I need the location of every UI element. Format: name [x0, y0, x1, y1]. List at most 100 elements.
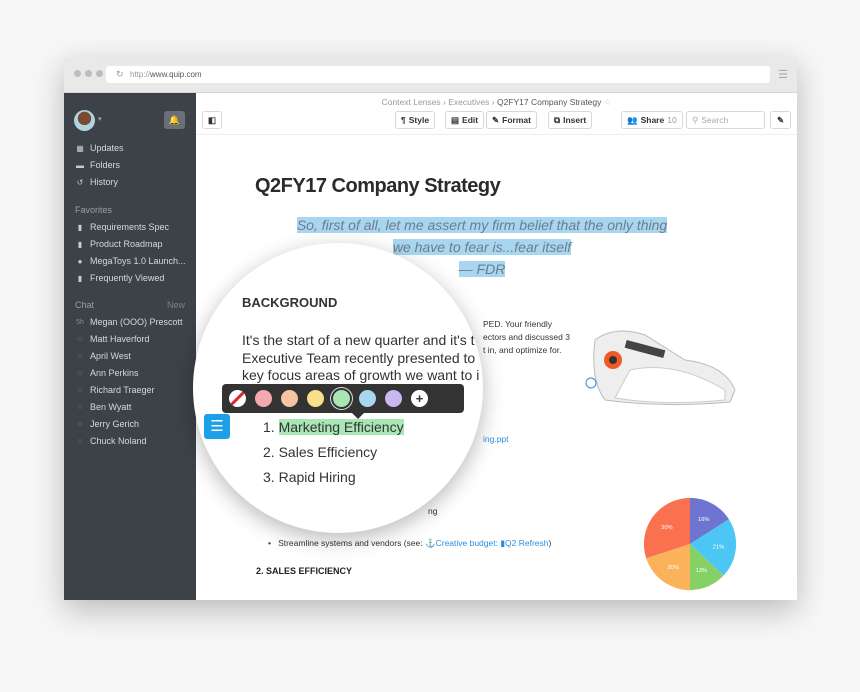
document-icon: ▮	[77, 222, 83, 232]
numbered-list-icon[interactable]: ☰	[204, 414, 230, 439]
q2-refresh-link[interactable]: ▮Q2 Refresh	[500, 538, 548, 548]
window-controls[interactable]	[74, 70, 103, 77]
style-button[interactable]: ¶ Style	[395, 111, 436, 129]
section-heading: 2. SALES EFFICIENCY	[256, 566, 353, 576]
chat-bubbles-icon: ●	[77, 256, 83, 266]
pie-chart: 16% 21% 13% 20% 30%	[643, 497, 737, 591]
chat-item[interactable]: ○ Matt Haverford	[75, 334, 150, 344]
breadcrumb-current: Q2FY17 Company Strategy	[496, 97, 602, 107]
color-swatch[interactable]	[333, 390, 350, 407]
color-swatch[interactable]	[359, 390, 376, 407]
toggle-sidebar-button[interactable]: ◧	[202, 111, 222, 129]
favorite-item[interactable]: ▮ Frequently Viewed	[75, 273, 165, 283]
insert-button[interactable]: ⧉ Insert	[548, 111, 593, 129]
status-indicator: ○	[77, 335, 83, 343]
paint-icon: ✎	[492, 114, 500, 125]
chat-item[interactable]: ○ April West	[75, 351, 131, 361]
chat-item[interactable]: ○ Jerry Gerich	[75, 419, 139, 429]
search-input[interactable]: ⚲ Search	[686, 111, 765, 129]
color-swatch[interactable]	[255, 390, 272, 407]
clipboard-icon: ▤	[451, 114, 460, 125]
document-area: Context Lenses › Executives › Q2FY17 Com…	[193, 93, 797, 600]
pilcrow-icon: ¶	[401, 115, 406, 125]
pie-label: 16%	[698, 517, 710, 523]
chat-item[interactable]: ○ Ann Perkins	[75, 368, 139, 378]
chat-heading: Chat	[75, 300, 95, 310]
no-color-swatch[interactable]	[229, 390, 246, 407]
status-indicator: ○	[77, 437, 83, 445]
compose-icon: ✎	[776, 114, 785, 125]
breadcrumb-executives[interactable]: Executives	[448, 97, 489, 107]
chat-item[interactable]: ○ Chuck Noland	[75, 436, 147, 446]
status-indicator: ○	[77, 420, 83, 428]
creative-budget-link[interactable]: ⚓Creative budget:	[425, 538, 498, 548]
highlight-color-palette: +	[222, 384, 464, 419]
browser-titlebar: ↻ http://www.quip.com ☰	[64, 57, 797, 93]
background-text: ng	[428, 506, 438, 516]
sidebar-panel-icon: ◧	[207, 114, 217, 125]
pie-label: 13%	[696, 568, 708, 574]
browser-window: ↻ http://www.quip.com ☰ ▾ 🔔 ▦ Updates ▬ Fold…	[64, 57, 797, 600]
calendar-icon: ▦	[76, 143, 84, 153]
edit-button[interactable]: ▤ Edit	[445, 111, 485, 129]
compose-button[interactable]: ✎	[770, 111, 791, 129]
chevron-down-icon[interactable]: ▾	[98, 115, 102, 123]
address-bar[interactable]: ↻ http://www.quip.com	[106, 66, 770, 83]
favorite-item[interactable]: ● MegaToys 1.0 Launch...	[75, 256, 186, 266]
sidebar-item-history[interactable]: ↺ History	[75, 177, 118, 187]
breadcrumb-context-lenses[interactable]: Context Lenses	[382, 97, 441, 107]
add-comment-icon[interactable]: +	[411, 390, 428, 407]
sidebar-item-folders[interactable]: ▬ Folders	[75, 160, 120, 170]
favorite-item[interactable]: ▮ Product Roadmap	[75, 239, 163, 249]
avatar[interactable]	[74, 110, 95, 131]
bullet-item: • Streamline systems and vendors (see: ⚓…	[268, 538, 552, 548]
insert-icon: ⧉	[554, 114, 561, 125]
notifications-bell-icon[interactable]: 🔔	[164, 111, 185, 129]
status-indicator: ○	[77, 403, 83, 411]
list-item[interactable]: 3. Rapid Hiring	[263, 469, 356, 485]
attachment-link[interactable]: ing.ppt	[483, 434, 509, 444]
background-text: PED. Your friendly	[483, 319, 552, 329]
paragraph-line: key focus areas of growth we want to i	[242, 367, 480, 383]
image-options-icon	[585, 377, 597, 389]
paragraph-line: Executive Team recently presented to	[242, 350, 476, 366]
list-item[interactable]: 2. Sales Efficiency	[263, 444, 377, 460]
reload-icon[interactable]: ↻	[116, 69, 124, 80]
share-button[interactable]: 👥 Share 10	[621, 111, 683, 129]
chat-item[interactable]: 5h Megan (OOO) Prescott	[75, 317, 182, 327]
document-title: Q2FY17 Company Strategy	[255, 175, 501, 197]
folder-icon: ▬	[76, 160, 84, 170]
color-swatch[interactable]	[307, 390, 324, 407]
toolbar-divider	[196, 134, 797, 135]
status-indicator: ○	[77, 386, 83, 394]
favorites-heading: Favorites	[75, 205, 113, 215]
paragraph-line: It's the start of a new quarter and it's…	[242, 332, 475, 348]
search-icon: ⚲	[692, 114, 699, 125]
menu-icon[interactable]: ☰	[778, 68, 788, 81]
list-item[interactable]: 1. Marketing Efficiency	[263, 419, 404, 435]
status-indicator: 5h	[76, 318, 84, 326]
people-icon: 👥	[627, 114, 638, 125]
format-button[interactable]: ✎ Format	[486, 111, 537, 129]
breadcrumb: Context Lenses › Executives › Q2FY17 Com…	[381, 97, 612, 107]
color-swatch[interactable]	[385, 390, 402, 407]
status-indicator: ○	[77, 352, 83, 360]
favorite-item[interactable]: ▮ Requirements Spec	[75, 222, 169, 232]
star-icon[interactable]: ☆	[604, 97, 612, 107]
documents-icon: ▮	[77, 273, 83, 283]
pie-label: 21%	[713, 545, 725, 551]
sidebar: ▾ 🔔 ▦ Updates ▬ Folders ↺ History Favorites ▮ Re…	[64, 93, 196, 600]
status-indicator: ○	[77, 369, 83, 377]
background-text: t in, and optimize for.	[483, 345, 562, 355]
chat-item[interactable]: ○ Richard Traeger	[75, 385, 155, 395]
history-icon: ↺	[76, 177, 84, 187]
new-chat-button[interactable]: New	[167, 300, 185, 310]
color-swatch[interactable]	[281, 390, 298, 407]
chat-item[interactable]: ○ Ben Wyatt	[75, 402, 132, 412]
pie-label: 30%	[661, 525, 673, 531]
sneaker-image	[585, 330, 736, 406]
sidebar-item-updates[interactable]: ▦ Updates	[75, 143, 123, 153]
document-icon: ▮	[77, 239, 83, 249]
background-text: ectors and discussed 3	[483, 332, 570, 342]
pie-label: 20%	[667, 565, 679, 571]
